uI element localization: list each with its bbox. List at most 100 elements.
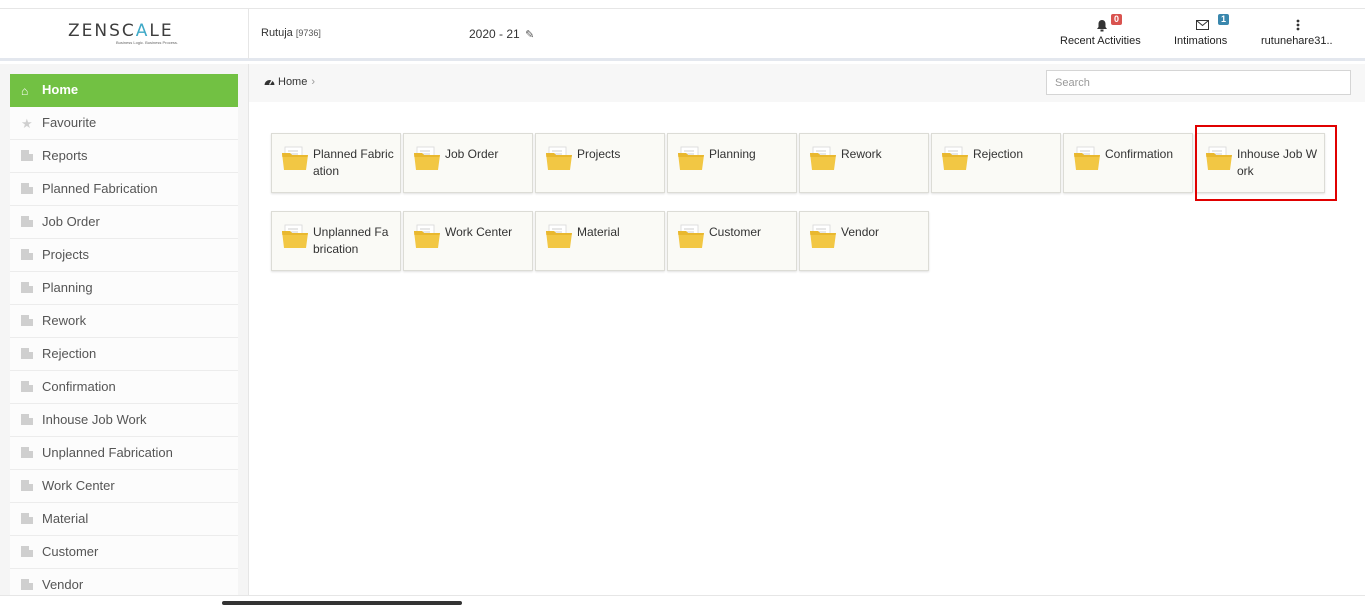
main-content: Home › Planned Fabrication Job Order Projec… — [249, 64, 1365, 595]
folder-icon — [678, 224, 704, 248]
search-input[interactable] — [1046, 70, 1351, 95]
folder-icon — [546, 146, 572, 170]
folder-icon — [678, 146, 704, 170]
sidebar-item-customer[interactable]: Customer — [10, 536, 238, 569]
sidebar-item-label: Customer — [42, 544, 99, 559]
intimations-badge: 1 — [1218, 14, 1230, 25]
sidebar-item-confirmation[interactable]: Confirmation — [10, 371, 238, 404]
document-icon — [21, 546, 33, 557]
sidebar-item-rework[interactable]: Rework — [10, 305, 238, 338]
module-tile[interactable]: Rejection — [931, 133, 1061, 193]
module-tile[interactable]: Customer — [667, 211, 797, 271]
module-tile[interactable]: Planning — [667, 133, 797, 193]
tile-label: Customer — [709, 225, 762, 239]
sidebar-item-label: Unplanned Fabrication — [42, 445, 173, 460]
footer-bar — [0, 595, 1365, 605]
document-icon — [21, 150, 33, 161]
account-menu-button[interactable]: rutunehare31.. — [1261, 17, 1333, 47]
breadcrumb-separator: › — [311, 76, 316, 88]
sidebar-item-material[interactable]: Material — [10, 503, 238, 536]
year-label: 2020 - 21 — [469, 27, 520, 41]
module-tile[interactable]: Confirmation — [1063, 133, 1193, 193]
folder-icon — [414, 146, 440, 170]
sidebar: ⌂ Home ★ Favourite Reports Planned Fabrica… — [0, 64, 249, 595]
sidebar-item-work-center[interactable]: Work Center — [10, 470, 238, 503]
edit-icon[interactable]: ✎ — [525, 29, 534, 41]
tile-label: Projects — [577, 147, 621, 161]
document-icon — [21, 216, 33, 227]
sidebar-item-label: Planning — [42, 280, 93, 295]
folder-icon — [810, 146, 836, 170]
module-tile[interactable]: Material — [535, 211, 665, 271]
sidebar-item-planned-fabrication[interactable]: Planned Fabrication — [10, 173, 238, 206]
module-tile[interactable]: Unplanned Fabrication — [271, 211, 401, 271]
sidebar-item-home[interactable]: ⌂ Home — [10, 74, 238, 107]
document-icon — [21, 348, 33, 359]
account-label: rutunehare31.. — [1261, 35, 1333, 47]
sidebar-item-reports[interactable]: Reports — [10, 140, 238, 173]
sidebar-item-label: Vendor — [42, 577, 84, 592]
tile-label: Rejection — [973, 147, 1024, 161]
tile-label: Confirmation — [1105, 147, 1174, 161]
document-icon — [21, 447, 33, 458]
breadcrumb-home-link[interactable]: Home — [278, 76, 307, 88]
intimations-label: Intimations — [1174, 35, 1228, 47]
module-tile[interactable]: Job Order — [403, 133, 533, 193]
breadcrumb: Home › — [264, 76, 315, 88]
document-icon — [21, 315, 33, 326]
horizontal-scrollbar[interactable] — [222, 601, 462, 605]
folder-icon — [546, 224, 572, 248]
sidebar-item-vendor[interactable]: Vendor — [10, 569, 238, 595]
logo-area[interactable]: ZENSCALE Business Logic. Business Proces… — [0, 9, 249, 59]
tile-label: Material — [577, 225, 620, 239]
financial-year[interactable]: 2020 - 21 ✎ — [469, 27, 534, 41]
folder-icon — [282, 146, 308, 170]
sidebar-item-label: Planned Fabrication — [42, 181, 158, 196]
logo-tagline: Business Logic. Business Process. — [116, 40, 179, 45]
tile-label: Job Order — [445, 147, 499, 161]
recent-activities-label: Recent Activities — [1060, 35, 1141, 47]
sidebar-item-label: Confirmation — [42, 379, 116, 394]
user-id: [9736] — [295, 28, 321, 38]
sidebar-item-job-order[interactable]: Job Order — [10, 206, 238, 239]
sidebar-item-favourite[interactable]: ★ Favourite — [10, 107, 238, 140]
tile-label: Planning — [709, 147, 756, 161]
user-info: Rutuja [9736] — [261, 27, 321, 39]
module-tile[interactable]: Rework — [799, 133, 929, 193]
dashboard-icon — [264, 80, 275, 85]
sidebar-item-label: Home — [42, 82, 79, 97]
folder-icon — [810, 224, 836, 248]
module-tile[interactable]: Vendor — [799, 211, 929, 271]
sidebar-item-projects[interactable]: Projects — [10, 239, 238, 272]
logo: ZENSCALE — [68, 21, 174, 41]
document-icon — [21, 381, 33, 392]
folder-icon — [1074, 146, 1100, 170]
recent-activities-button[interactable]: 0 Recent Activities — [1060, 14, 1141, 47]
sidebar-item-inhouse-job-work[interactable]: Inhouse Job Work — [10, 404, 238, 437]
tile-label: Planned Fabrication — [313, 147, 394, 178]
module-tile[interactable]: Projects — [535, 133, 665, 193]
sidebar-item-rejection[interactable]: Rejection — [10, 338, 238, 371]
module-tile[interactable]: Work Center — [403, 211, 533, 271]
module-tile[interactable]: Planned Fabrication — [271, 133, 401, 193]
intimations-button[interactable]: 1 Intimations — [1174, 14, 1230, 47]
document-icon — [21, 414, 33, 425]
document-icon — [21, 579, 33, 590]
document-icon — [21, 282, 33, 293]
folder-icon — [282, 224, 308, 248]
tile-label: Vendor — [841, 225, 880, 239]
sidebar-item-label: Job Order — [42, 214, 100, 229]
star-icon: ★ — [21, 116, 33, 131]
sidebar-item-label: Material — [42, 511, 89, 526]
sidebar-item-label: Rework — [42, 313, 87, 328]
sidebar-item-planning[interactable]: Planning — [10, 272, 238, 305]
sidebar-item-unplanned-fabrication[interactable]: Unplanned Fabrication — [10, 437, 238, 470]
document-icon — [21, 480, 33, 491]
highlight-box — [1195, 125, 1337, 201]
breadcrumb-bar: Home › — [249, 64, 1365, 102]
recent-activities-badge: 0 — [1111, 14, 1123, 25]
document-icon — [21, 183, 33, 194]
document-icon — [21, 249, 33, 260]
home-icon: ⌂ — [21, 84, 29, 98]
document-icon — [21, 513, 33, 524]
